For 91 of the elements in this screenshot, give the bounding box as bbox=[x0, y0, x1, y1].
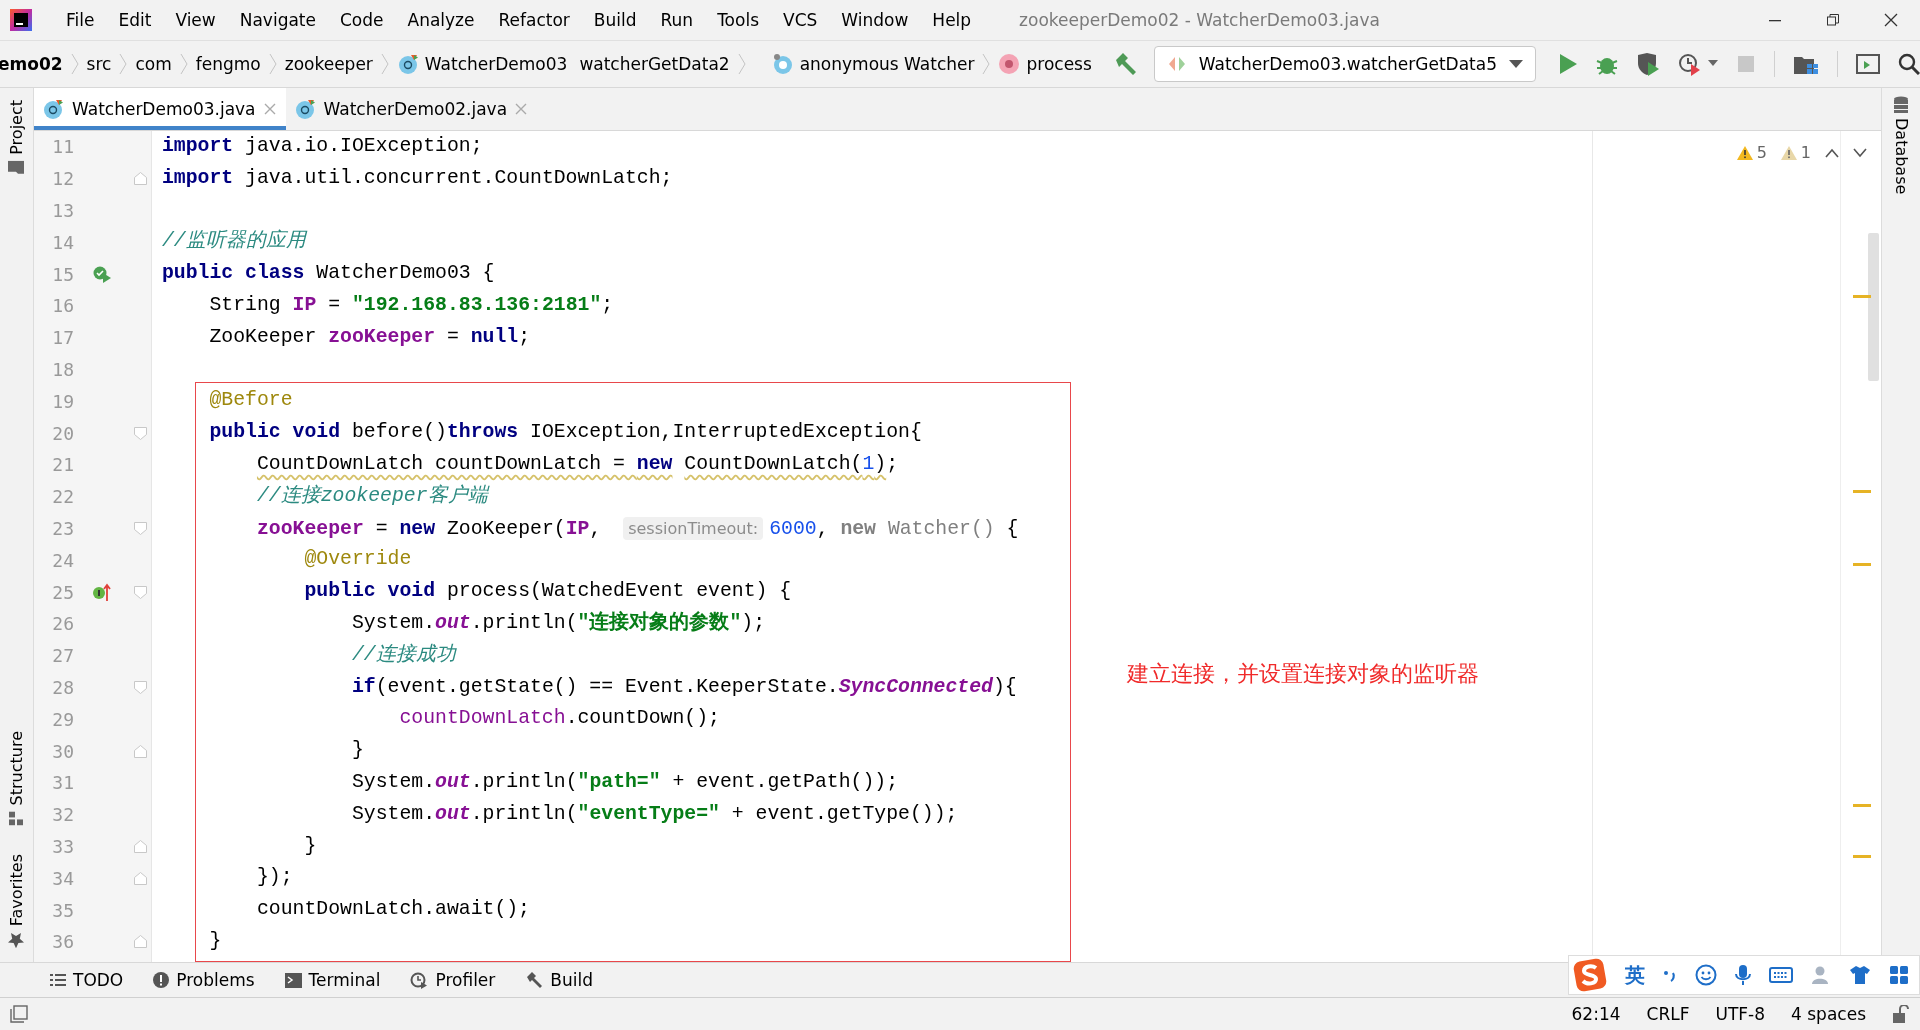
editor-tab[interactable]: WatcherDemo03.java bbox=[34, 88, 286, 130]
tool-window-button[interactable]: Profiler bbox=[410, 970, 496, 990]
menu-item[interactable]: Help bbox=[920, 10, 984, 30]
code-line: } bbox=[208, 928, 223, 954]
code-line: //连接成功 bbox=[350, 642, 458, 668]
code-line: public class WatcherDemo03 { bbox=[162, 261, 496, 287]
line-number: 11 bbox=[51, 136, 74, 158]
code-line: System.out.println("eventType=" + event.getType()); bbox=[350, 801, 959, 827]
menu-item[interactable]: Analyze bbox=[395, 10, 487, 30]
code-line: public void before()throws IOException,InterruptedException{ bbox=[208, 420, 923, 446]
line-number: 32 bbox=[51, 804, 74, 826]
line-number: 12 bbox=[51, 168, 74, 190]
line-number: 17 bbox=[51, 327, 74, 349]
code-line: } bbox=[350, 738, 365, 764]
code-line: public void process(WatchedEvent event) { bbox=[303, 579, 793, 605]
line-number: 26 bbox=[51, 613, 74, 635]
line-number: 30 bbox=[51, 740, 74, 762]
line-number: 33 bbox=[51, 835, 74, 857]
line-number: 20 bbox=[51, 422, 74, 444]
inspection-count[interactable]: 5 bbox=[1736, 143, 1767, 162]
status-item[interactable]: 4 spaces bbox=[1791, 1004, 1866, 1024]
menu-item[interactable]: File bbox=[54, 10, 107, 30]
line-number: 19 bbox=[51, 390, 74, 412]
line-number: 16 bbox=[51, 295, 74, 317]
line-number: 13 bbox=[51, 200, 74, 221]
code-line: @Override bbox=[303, 547, 413, 573]
line-number: 25 bbox=[51, 581, 74, 603]
status-item[interactable]: 62:14 bbox=[1571, 1004, 1621, 1024]
menu-item[interactable]: Run bbox=[648, 10, 706, 30]
inspection-count[interactable]: 1 bbox=[1780, 143, 1811, 162]
line-number: 31 bbox=[51, 772, 74, 794]
breadcrumb[interactable]: watcherGetData2 bbox=[573, 54, 736, 74]
tool-window-tab[interactable]: Project bbox=[7, 96, 26, 179]
breadcrumb[interactable]: zookeeper bbox=[278, 54, 379, 74]
line-number: 29 bbox=[51, 708, 74, 730]
tool-window-button[interactable]: Build bbox=[525, 970, 593, 990]
menu-item[interactable]: Refactor bbox=[486, 10, 582, 30]
code-line: System.out.println("连接对象的参数"); bbox=[350, 610, 766, 636]
line-number: 18 bbox=[51, 358, 74, 380]
code-line: //监听器的应用 bbox=[162, 228, 309, 255]
line-number: 24 bbox=[51, 549, 74, 571]
code-line: ZooKeeper zooKeeper = null; bbox=[208, 324, 532, 350]
code-line: countDownLatch.await(); bbox=[255, 897, 531, 923]
line-number: 27 bbox=[51, 645, 74, 667]
menu-item[interactable]: Build bbox=[581, 10, 649, 30]
line-number: 14 bbox=[51, 231, 74, 253]
menu-item[interactable]: Code bbox=[328, 10, 396, 30]
status-item[interactable]: UTF-8 bbox=[1715, 1004, 1766, 1024]
line-number: 22 bbox=[51, 486, 74, 508]
code-line: System.out.println("path=" + event.getPath()); bbox=[350, 769, 900, 795]
menu-item[interactable]: Tools bbox=[705, 10, 771, 30]
breadcrumb[interactable]: fengmo bbox=[189, 54, 267, 74]
menu-item[interactable]: Navigate bbox=[227, 10, 328, 30]
code-line: countDownLatch.countDown(); bbox=[398, 706, 721, 732]
menu-item[interactable]: Edit bbox=[106, 10, 164, 30]
tool-window-tab[interactable]: Structure bbox=[7, 727, 26, 830]
line-number: 21 bbox=[51, 454, 74, 476]
code-line: } bbox=[303, 833, 318, 859]
tool-window-button[interactable]: TODO bbox=[50, 970, 124, 990]
code-line: zooKeeper = new ZooKeeper(IP, sessionTimeout: 6000, new Watcher() { bbox=[255, 515, 1020, 542]
line-number: 36 bbox=[51, 931, 74, 953]
menu-item[interactable]: VCS bbox=[771, 10, 830, 30]
line-number: 35 bbox=[51, 899, 74, 921]
status-item[interactable]: CRLF bbox=[1646, 1004, 1690, 1024]
line-number: 34 bbox=[51, 867, 74, 889]
menu-item[interactable]: View bbox=[163, 10, 228, 30]
editor-tab[interactable]: WatcherDemo02.java bbox=[285, 88, 538, 130]
parameter-hint: sessionTimeout: bbox=[623, 516, 764, 540]
run-configuration-dropdown[interactable]: WatcherDemo03.watcherGetData5 bbox=[1153, 46, 1536, 82]
code-line: import java.util.concurrent.CountDownLatch; bbox=[162, 165, 674, 191]
ime-mode[interactable]: 英 bbox=[1625, 961, 1645, 989]
code-line: String IP = "192.168.83.136:2181"; bbox=[208, 293, 615, 318]
code-line: }); bbox=[255, 865, 294, 891]
line-number: 15 bbox=[51, 263, 74, 285]
breadcrumb[interactable]: src bbox=[80, 54, 118, 74]
window-title: zookeeperDemo02 - WatcherDemo03.java bbox=[1019, 10, 1381, 30]
tool-window-tab[interactable]: Favorites bbox=[7, 849, 26, 952]
tool-window-button[interactable]: Terminal bbox=[284, 970, 381, 990]
line-number: 28 bbox=[51, 676, 74, 698]
breadcrumb[interactable]: WatcherDemo03 bbox=[390, 53, 574, 75]
annotation-note: 建立连接，并设置连接对象的监听器 bbox=[1127, 660, 1479, 688]
tool-window-tab[interactable]: Database bbox=[1891, 118, 1911, 195]
breadcrumb[interactable]: anonymous Watcher bbox=[765, 53, 981, 75]
breadcrumb[interactable]: process bbox=[992, 53, 1098, 75]
menu-item[interactable]: Window bbox=[829, 10, 921, 30]
code-line: CountDownLatch countDownLatch = new CountDownLatch(1); bbox=[255, 451, 900, 477]
code-line: @Before bbox=[208, 388, 294, 414]
tool-window-button[interactable]: Problems bbox=[153, 970, 255, 990]
code-line: //连接zookeeper客户端 bbox=[255, 483, 491, 509]
breadcrumb[interactable]: com bbox=[129, 54, 178, 74]
line-number: 23 bbox=[51, 517, 74, 539]
